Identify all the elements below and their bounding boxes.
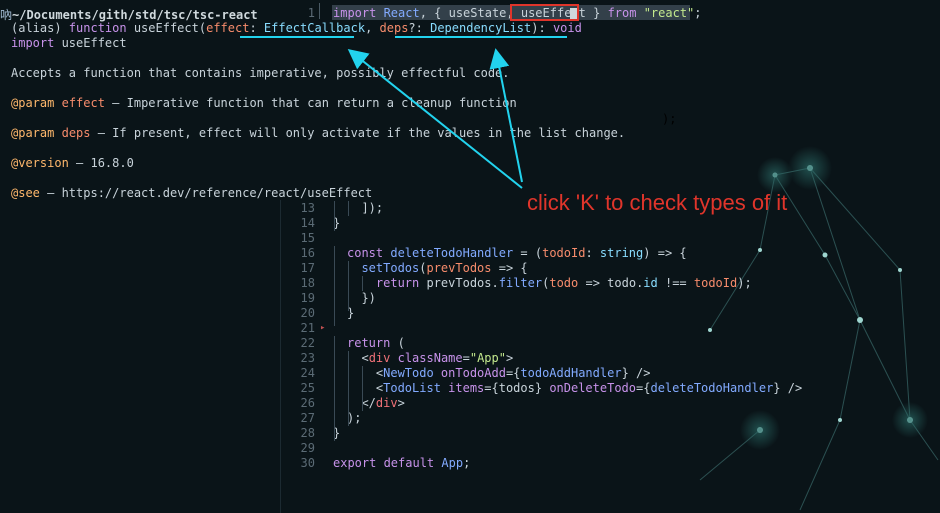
annotation-arrows [347,48,523,189]
annotation-text: click 'K' to check types of it [527,190,788,215]
arrow-to-deps-type [489,48,523,183]
arrow-to-effect-type [347,49,523,189]
